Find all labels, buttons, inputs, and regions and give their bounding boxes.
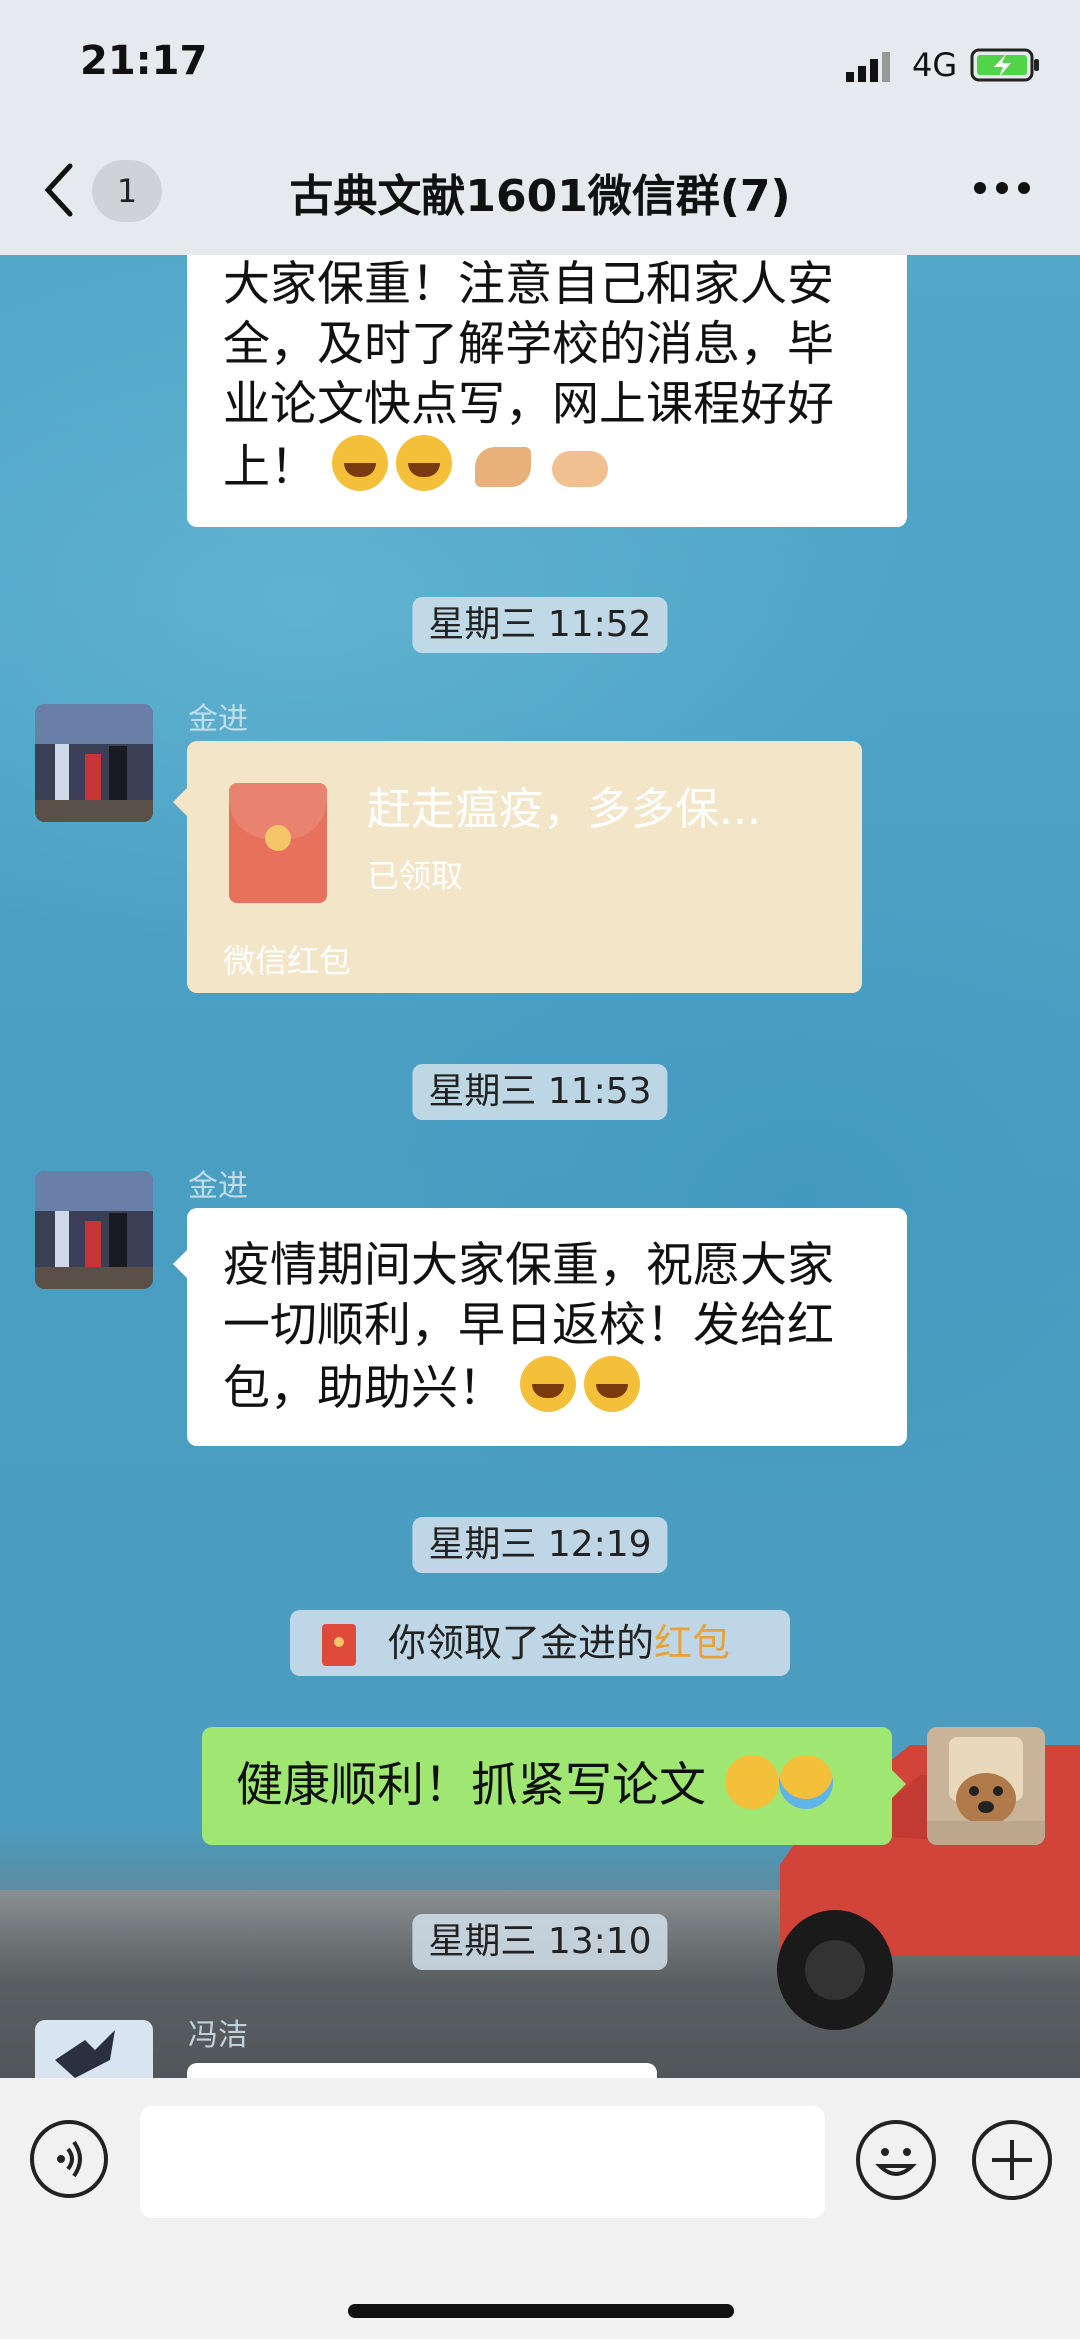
red-packet-card[interactable]: 赶走瘟疫，多多保... 已领取 微信红包 <box>187 741 862 993</box>
more-dots-icon[interactable] <box>972 178 1032 198</box>
grinning-emoji-icon <box>331 435 388 491</box>
red-packet-status: 已领取 <box>367 857 464 895</box>
timestamp: 星期三 11:53 <box>412 1064 668 1120</box>
sender-name: 金进 <box>188 702 248 737</box>
unread-badge[interactable]: 1 <box>92 160 162 222</box>
avatar-photo <box>35 704 153 822</box>
red-packet-link[interactable]: 红包 <box>654 1621 730 1665</box>
avatar[interactable] <box>35 704 153 822</box>
home-indicator[interactable] <box>348 2304 734 2318</box>
system-notice-text: 你领取了金进的 <box>388 1621 655 1665</box>
message-line: 业论文快点写，网上课程好好 <box>223 377 834 432</box>
own-message-bubble[interactable]: 健康顺利！抓紧写论文 <box>202 1727 892 1845</box>
message-line: 一切顺利，早日返校！发给红 <box>223 1298 834 1353</box>
system-notice[interactable]: 你领取了金进的红包 <box>290 1610 790 1676</box>
red-packet-icon <box>229 783 327 903</box>
handshake-emoji-icon <box>551 451 608 487</box>
grinning-emoji-icon <box>519 1356 576 1412</box>
timestamp: 星期三 12:19 <box>412 1517 668 1573</box>
voice-icon[interactable] <box>30 2120 108 2198</box>
status-bar: 21:17 4G <box>0 0 1080 120</box>
message-bubble[interactable]: 大家保重！注意自己和家人安 全，及时了解学校的消息，毕 业论文快点写，网上课程好… <box>187 255 907 527</box>
message-line: 疫情期间大家保重，祝愿大家 <box>223 1238 834 1293</box>
red-packet-footer: 微信红包 <box>223 942 352 980</box>
timestamp: 星期三 11:52 <box>412 597 668 653</box>
message-bubble[interactable]: 疫情期间大家保重，祝愿大家 一切顺利，早日返校！发给红 包，助助兴！ <box>187 1208 907 1446</box>
chevron-left-icon[interactable] <box>40 160 80 220</box>
message-line: 包，助助兴！ <box>223 1361 505 1416</box>
grinning-emoji-icon <box>583 1356 640 1412</box>
message-text: 健康顺利！抓紧写论文 <box>236 1758 706 1813</box>
chat-title: 古典文献1601微信群(7) <box>289 171 791 222</box>
sender-name: 金进 <box>188 1169 248 1204</box>
grinning-emoji-icon <box>395 435 452 491</box>
chat-header: 1 古典文献1601微信群(7) <box>0 120 1080 255</box>
plus-icon[interactable] <box>972 2120 1052 2200</box>
message-input[interactable] <box>140 2106 825 2218</box>
red-packet-title: 赶走瘟疫，多多保... <box>367 784 761 835</box>
status-time: 21:17 <box>80 38 208 84</box>
timestamp: 星期三 13:10 <box>412 1914 668 1970</box>
signal-icon <box>846 52 890 82</box>
avatar[interactable] <box>35 2020 153 2078</box>
network-type: 4G <box>912 46 958 84</box>
message-line: 上！ <box>223 440 317 495</box>
emoji-icon[interactable] <box>856 2120 936 2200</box>
battery-charging-icon <box>970 48 1039 82</box>
red-packet-icon <box>322 1624 356 1666</box>
clap-emoji-icon <box>474 447 531 487</box>
avatar[interactable] <box>35 1171 153 1289</box>
message-line: 全，及时了解学校的消息，毕 <box>223 317 834 372</box>
message-line: 大家保重！注意自己和家人安 <box>223 257 834 312</box>
message-bubble[interactable] <box>187 2063 657 2078</box>
my-avatar[interactable] <box>927 1727 1045 1845</box>
sender-name: 冯洁 <box>188 2018 248 2053</box>
laughing-tears-emoji-icon <box>778 1755 833 1809</box>
avatar-photo <box>35 1171 153 1289</box>
avatar-photo <box>927 1727 1045 1845</box>
avatar-photo <box>35 2020 153 2078</box>
shushing-emoji-icon <box>724 1755 779 1809</box>
